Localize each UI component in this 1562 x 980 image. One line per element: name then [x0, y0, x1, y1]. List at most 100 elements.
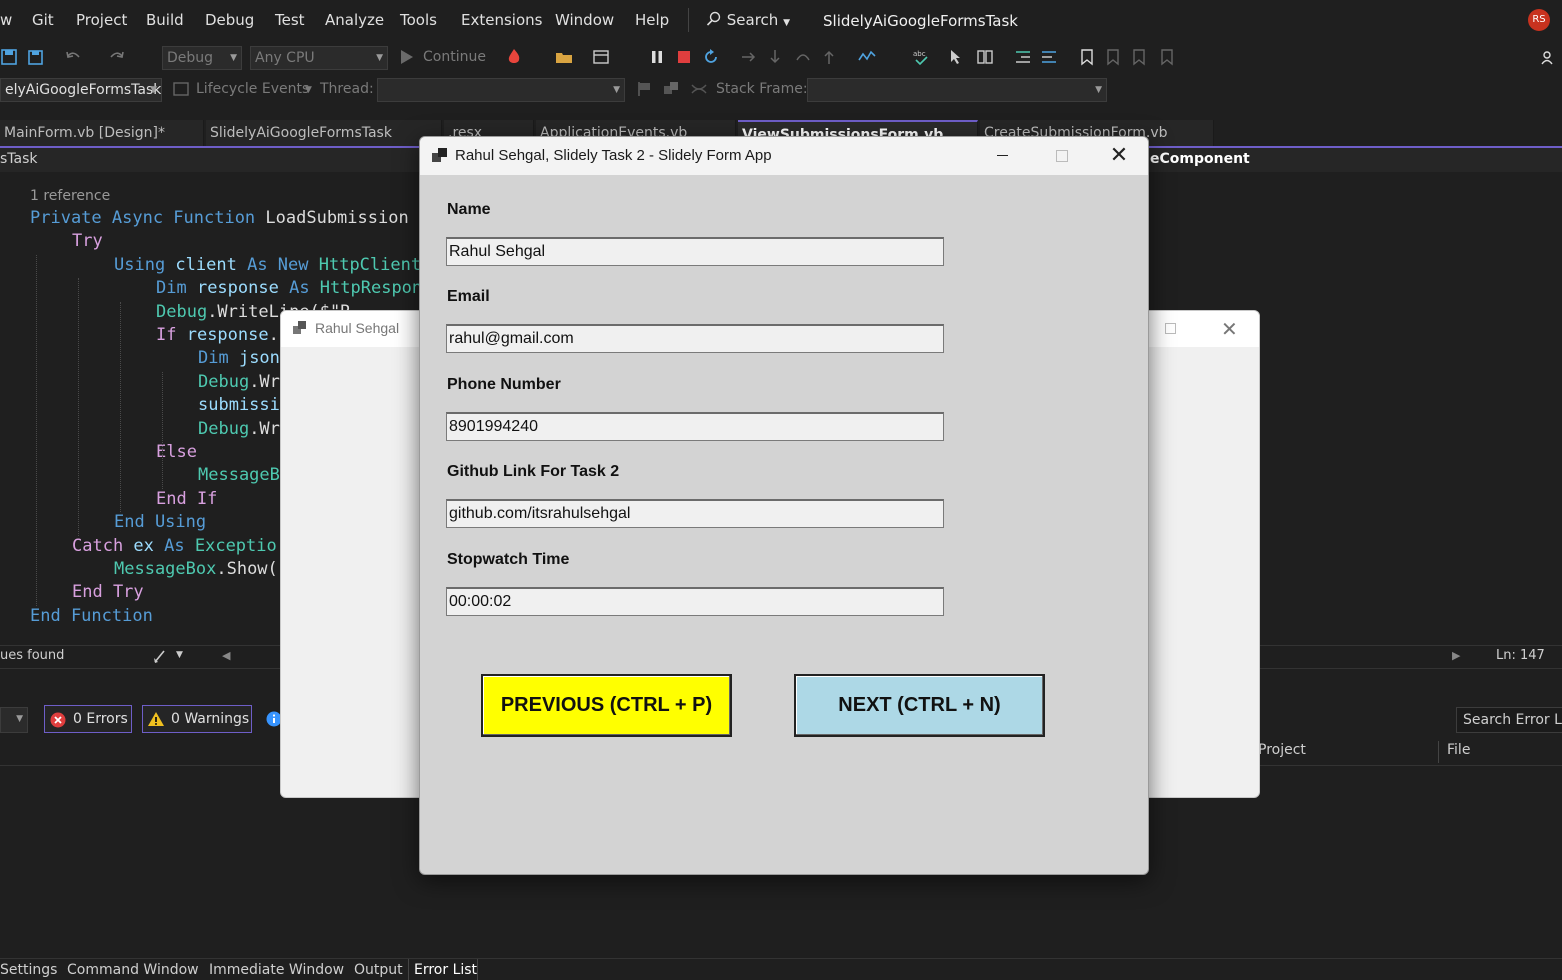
search-button[interactable]: Search ▼: [706, 11, 790, 29]
column-divider[interactable]: [1438, 741, 1439, 763]
save-all-icon[interactable]: [26, 48, 44, 66]
menu-help[interactable]: Help: [635, 11, 669, 29]
stack-icon[interactable]: [690, 80, 708, 98]
column-header-project[interactable]: Project: [1258, 742, 1306, 758]
nav-project-dropdown[interactable]: sTask: [0, 151, 38, 167]
view-submissions-dialog[interactable]: Rahul Sehgal, Slidely Task 2 - Slidely F…: [419, 136, 1149, 875]
menu-debug[interactable]: Debug: [205, 11, 254, 29]
redo-icon[interactable]: [108, 48, 126, 66]
nav-member-dropdown[interactable]: eComponent: [1150, 151, 1250, 167]
code-token: client: [175, 254, 248, 275]
maximize-icon[interactable]: [1165, 323, 1176, 334]
threads-icon[interactable]: [662, 80, 680, 98]
prev-bookmark-icon[interactable]: [1104, 48, 1122, 66]
menu-test[interactable]: Test: [275, 11, 305, 29]
menu-extensions[interactable]: Extensions: [461, 11, 542, 29]
code-token: response: [196, 278, 290, 299]
avatar[interactable]: RS: [1528, 9, 1550, 31]
menu-tools[interactable]: Tools: [400, 11, 437, 29]
previous-button[interactable]: PREVIOUS (CTRL + P): [481, 674, 732, 737]
live-share-icon[interactable]: [1540, 48, 1558, 66]
scroll-right-icon[interactable]: ▶: [1452, 649, 1460, 662]
menu-view[interactable]: w: [0, 11, 12, 29]
comment-icon[interactable]: [1040, 48, 1058, 66]
code-token: ex: [133, 535, 165, 556]
platform-dropdown[interactable]: Any CPU ▼: [250, 46, 388, 70]
open-folder-icon[interactable]: [555, 48, 573, 66]
lifecycle-events-button[interactable]: Lifecycle Events: [196, 81, 309, 97]
code-line: MessageB: [198, 465, 280, 485]
menu-window[interactable]: Window: [555, 11, 614, 29]
email-field[interactable]: [446, 324, 944, 353]
errors-filter-button[interactable]: 0 Errors: [44, 705, 132, 733]
restart-icon[interactable]: [702, 48, 720, 66]
cleanup-icon[interactable]: [152, 648, 170, 664]
phone-label: Phone Number: [447, 376, 561, 393]
next-button[interactable]: NEXT (CTRL + N): [794, 674, 1045, 737]
scope-dropdown[interactable]: ▼: [0, 707, 28, 733]
maximize-button[interactable]: [1032, 137, 1090, 175]
bookmark-icon[interactable]: [1078, 48, 1096, 66]
thread-dropdown[interactable]: ▼: [377, 78, 625, 102]
indent-icon[interactable]: [1014, 48, 1032, 66]
clear-bookmarks-icon[interactable]: [1158, 48, 1176, 66]
continue-icon[interactable]: [398, 48, 416, 66]
hot-reload-icon[interactable]: [505, 48, 523, 66]
code-line: Debug.Wr: [198, 372, 280, 392]
tab-command-window[interactable]: Command Window: [67, 962, 199, 978]
next-bookmark-icon[interactable]: [1130, 48, 1148, 66]
step-back-icon[interactable]: [794, 48, 812, 66]
continue-button[interactable]: Continue: [423, 49, 486, 65]
code-line: Dim response As HttpRespon: [156, 278, 422, 298]
stopwatch-time-field[interactable]: [446, 587, 944, 616]
code-token: As New: [247, 254, 319, 275]
menu-separator: [688, 8, 689, 32]
menu-analyze[interactable]: Analyze: [325, 11, 384, 29]
lifecycle-events-icon: [173, 82, 189, 96]
error-list-search-input[interactable]: Search Error List: [1456, 707, 1562, 733]
columns-icon[interactable]: [976, 48, 994, 66]
step-into-icon[interactable]: [766, 48, 784, 66]
undo-icon[interactable]: [64, 48, 82, 66]
tab-settings[interactable]: Settings: [0, 962, 57, 978]
tab-slidelyai-project[interactable]: SlidelyAiGoogleFormsTask: [206, 120, 442, 146]
spell-check-icon[interactable]: abc: [912, 48, 930, 66]
step-over-icon[interactable]: [740, 48, 758, 66]
code-line: MessageBox.Show(: [114, 559, 278, 579]
github-link-field[interactable]: [446, 499, 944, 528]
phone-field[interactable]: [446, 412, 944, 441]
warnings-filter-button[interactable]: 0 Warnings: [142, 705, 252, 733]
stopwatch-time-label: Stopwatch Time: [447, 551, 570, 568]
tab-mainform-design[interactable]: MainForm.vb [Design]*: [0, 120, 204, 146]
stack-frame-label: Stack Frame:: [716, 81, 808, 97]
indent-guide: [78, 278, 79, 536]
codelens-references[interactable]: 1 reference: [30, 188, 110, 204]
pause-icon[interactable]: [648, 48, 666, 66]
menu-git[interactable]: Git: [32, 11, 54, 29]
tab-immediate-window[interactable]: Immediate Window: [209, 962, 344, 978]
select-cursor-icon[interactable]: [948, 48, 966, 66]
issues-indicator[interactable]: ues found: [0, 648, 64, 663]
diagnostics-icon[interactable]: [858, 48, 876, 66]
close-icon[interactable]: ✕: [1221, 317, 1238, 341]
flag-icon[interactable]: [636, 80, 654, 98]
save-icon[interactable]: [0, 48, 18, 66]
dialog-titlebar[interactable]: Rahul Sehgal, Slidely Task 2 - Slidely F…: [420, 137, 1148, 175]
step-out-icon[interactable]: [820, 48, 838, 66]
window-layout-icon[interactable]: [592, 48, 610, 66]
stack-frame-dropdown[interactable]: ▼: [807, 78, 1107, 102]
close-button[interactable]: ✕: [1090, 137, 1148, 175]
chevron-down-icon: ▼: [230, 53, 237, 63]
menu-build[interactable]: Build: [146, 11, 184, 29]
stop-icon[interactable]: [675, 48, 693, 66]
menu-project[interactable]: Project: [76, 11, 127, 29]
column-header-file[interactable]: File: [1447, 742, 1470, 758]
minimize-button[interactable]: [973, 137, 1031, 175]
startup-project-dropdown[interactable]: elyAiGoogleFormsTask ▼: [0, 78, 162, 102]
error-icon: [50, 712, 66, 728]
solution-config-dropdown[interactable]: Debug ▼: [162, 46, 242, 70]
scroll-left-icon[interactable]: ◀: [222, 649, 230, 662]
app-icon: [293, 321, 306, 334]
name-field[interactable]: [446, 237, 944, 266]
tab-output[interactable]: Output: [354, 962, 403, 978]
